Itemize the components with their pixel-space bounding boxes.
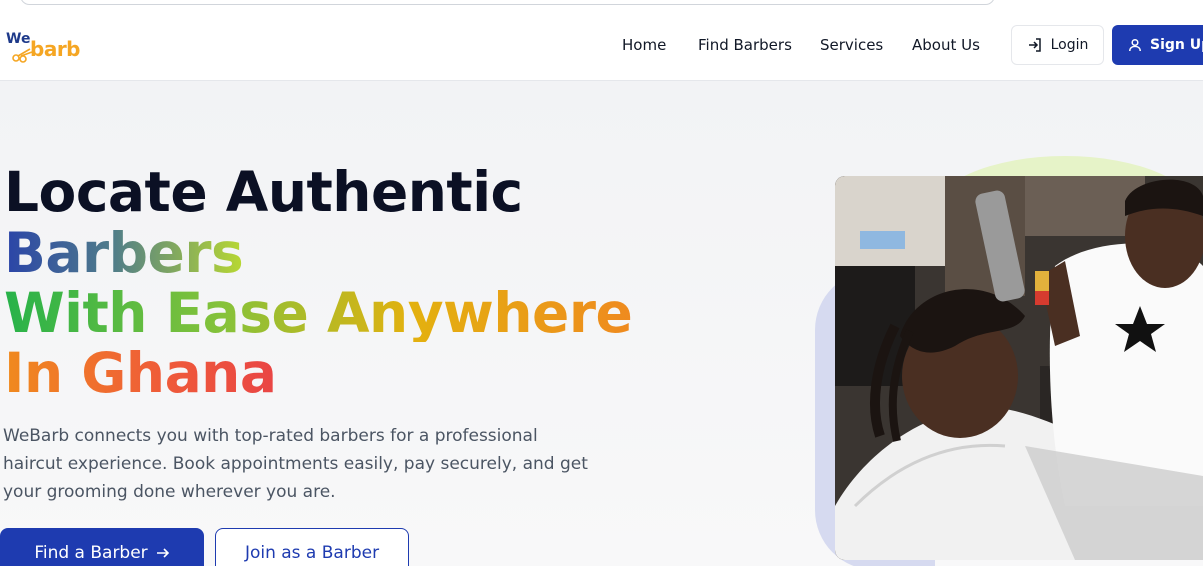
hero-title-line-1: Locate Authentic: [4, 160, 523, 224]
nav-find-barbers[interactable]: Find Barbers: [698, 36, 792, 54]
barber-illustration: [835, 176, 1203, 560]
browser-top-strip: [0, 0, 1203, 9]
login-label: Login: [1050, 37, 1089, 53]
find-a-barber-label: Find a Barber: [34, 543, 148, 563]
hero-title-line-3: With Ease Anywhere: [4, 281, 633, 345]
hero-barber-photo: [835, 176, 1203, 560]
hero-title-line-2: Barbers: [4, 221, 244, 285]
hero-description: WeBarb connects you with top-rated barbe…: [3, 426, 588, 502]
hero-title-line-4: In Ghana: [4, 341, 277, 405]
webarb-logo[interactable]: We barb: [6, 29, 86, 65]
join-as-barber-button[interactable]: Join as a Barber: [215, 528, 409, 566]
nav-services[interactable]: Services: [820, 36, 883, 54]
user-icon: [1129, 38, 1141, 52]
scissors-icon: [12, 48, 33, 63]
login-arrow-icon: [1028, 38, 1041, 52]
login-button[interactable]: Login: [1011, 25, 1104, 65]
find-a-barber-button[interactable]: Find a Barber: [0, 528, 204, 566]
logo-barb: barb: [30, 37, 81, 61]
arrow-right-icon: [156, 548, 169, 558]
signup-label: Sign Up: [1150, 37, 1203, 53]
join-as-barber-label: Join as a Barber: [244, 543, 380, 563]
logo-we: We: [6, 31, 31, 47]
site-header: We barb Home Find Barbers Services About…: [0, 9, 1203, 81]
nav-about-us[interactable]: About Us: [912, 36, 980, 54]
address-bar[interactable]: [20, 0, 995, 5]
signup-button[interactable]: Sign Up: [1112, 25, 1203, 65]
nav-home[interactable]: Home: [622, 36, 666, 54]
